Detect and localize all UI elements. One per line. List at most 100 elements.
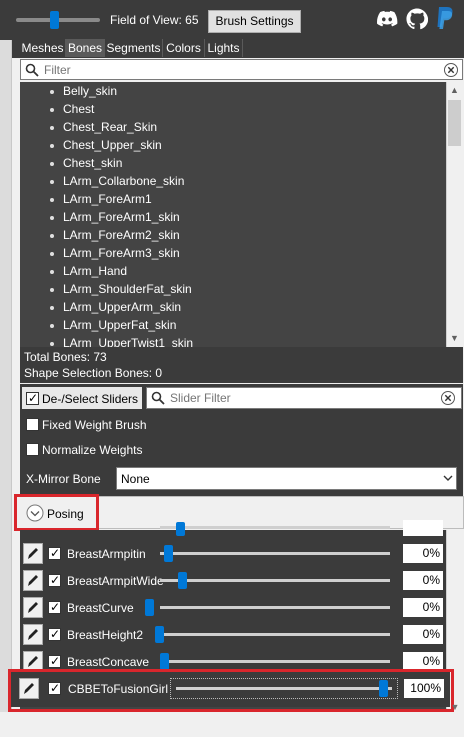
slider-track — [160, 526, 390, 529]
slider-thumb[interactable] — [164, 545, 173, 562]
total-bones-label: Total Bones: 73 — [24, 350, 107, 364]
xmirror-bone-label: X-Mirror Bone — [26, 472, 101, 486]
normalize-weights-label: Normalize Weights — [42, 443, 143, 457]
github-icon[interactable] — [406, 8, 428, 30]
bone-item[interactable]: LArm_UpperArm_skin — [63, 300, 181, 314]
paypal-icon[interactable] — [436, 6, 456, 32]
fixed-weight-brush-checkbox[interactable] — [26, 418, 39, 431]
clear-icon[interactable] — [441, 391, 455, 405]
slider-track[interactable] — [160, 633, 390, 636]
bone-item[interactable]: LArm_ShoulderFat_skin — [63, 282, 192, 296]
slider-thumb[interactable] — [160, 653, 169, 670]
bone-item[interactable]: LArm_UpperTwist1_skin — [63, 336, 193, 347]
search-icon — [151, 391, 165, 405]
bone-item[interactable]: Chest_Rear_Skin — [63, 120, 157, 134]
tab-lights[interactable]: Lights — [205, 39, 243, 57]
slider-highlight-box — [8, 669, 454, 712]
bone-item[interactable]: LArm_ForeArm3_skin — [63, 246, 180, 260]
tree-bullet — [50, 234, 54, 238]
slider-thumb[interactable] — [155, 626, 164, 643]
bone-item[interactable]: LArm_Collarbone_skin — [63, 174, 184, 188]
check-icon: ✓ — [50, 654, 61, 668]
bone-item[interactable]: LArm_ForeArm1_skin — [63, 210, 180, 224]
tree-bullet — [50, 342, 54, 346]
bone-item[interactable]: Chest_Upper_skin — [63, 138, 162, 152]
slider-track[interactable] — [160, 606, 390, 609]
check-icon: ✓ — [28, 391, 39, 405]
check-icon: ✓ — [50, 573, 61, 587]
tree-scroll-thumb[interactable] — [448, 100, 461, 146]
pencil-icon — [28, 548, 38, 559]
bone-item[interactable]: Chest_skin — [63, 156, 122, 170]
deselect-sliders-label: De-/Select Sliders — [42, 392, 139, 406]
filter-input[interactable] — [44, 61, 434, 78]
slider-value-box[interactable] — [403, 520, 443, 536]
tree-bullet — [50, 90, 54, 94]
brush-settings-button[interactable]: Brush Settings — [208, 10, 301, 33]
check-icon: ✓ — [50, 600, 61, 614]
slider-row: ✓ BreastArmpitin 0% — [20, 540, 446, 567]
clear-icon[interactable] — [444, 63, 458, 77]
bone-item[interactable]: LArm_Hand — [63, 264, 127, 278]
tree-bullet — [50, 126, 54, 130]
tree-bullet — [50, 108, 54, 112]
edit-slider-button[interactable] — [23, 624, 43, 645]
deselect-sliders-checkbox[interactable]: ✓ — [26, 391, 39, 405]
fov-label: Field of View: 65 — [110, 13, 199, 27]
slider-value[interactable]: 0% — [403, 571, 443, 590]
bone-item[interactable]: LArm_ForeArm2_skin — [63, 228, 180, 242]
left-panel-edge — [0, 40, 12, 737]
bone-item[interactable]: Chest — [63, 102, 94, 116]
edit-slider-button[interactable] — [23, 543, 43, 564]
slider-thumb[interactable] — [178, 572, 187, 589]
fov-slider-thumb[interactable] — [50, 11, 59, 29]
slider-checkbox[interactable]: ✓ — [48, 627, 61, 641]
pencil-icon — [28, 656, 38, 667]
discord-icon[interactable] — [376, 8, 398, 30]
pencil-icon — [28, 575, 38, 586]
scroll-down-icon[interactable]: ▼ — [449, 702, 461, 712]
tab-meshes[interactable]: Meshes — [20, 39, 66, 57]
tree-bullet — [50, 324, 54, 328]
scroll-up-icon[interactable]: ▲ — [446, 82, 463, 98]
slider-checkbox[interactable]: ✓ — [48, 654, 61, 668]
slider-value[interactable]: 0% — [403, 598, 443, 617]
tree-bullet — [50, 306, 54, 310]
tree-bullet — [50, 162, 54, 166]
slider-track[interactable] — [160, 552, 390, 555]
xmirror-bone-select[interactable] — [116, 467, 457, 490]
check-icon: ✓ — [50, 627, 61, 641]
bone-item[interactable]: LArm_ForeArm1 — [63, 192, 152, 206]
edit-slider-button[interactable] — [23, 597, 43, 618]
tree-bullet — [50, 198, 54, 202]
scroll-down-icon[interactable]: ▼ — [446, 330, 463, 346]
slider-checkbox[interactable]: ✓ — [48, 546, 61, 560]
slider-checkbox[interactable]: ✓ — [48, 573, 61, 587]
xmirror-bone-value: None — [121, 472, 150, 486]
slider-name: BreastConcave — [67, 655, 150, 669]
slider-thumb[interactable] — [145, 599, 154, 616]
slider-filter-input[interactable] — [170, 389, 430, 406]
slider-value[interactable]: 0% — [403, 544, 443, 563]
tree-bullet — [50, 216, 54, 220]
slider-row: ✓ BreastArmpitWide 0% — [20, 567, 446, 594]
edit-slider-button[interactable] — [23, 570, 43, 591]
slider-row: ✓ BreastHeight2 0% — [20, 621, 446, 648]
slider-value[interactable]: 0% — [403, 625, 443, 644]
check-icon: ✓ — [50, 546, 61, 560]
tab-bones[interactable]: Bones — [66, 39, 105, 57]
tab-segments[interactable]: Segments — [105, 39, 163, 57]
slider-thumb[interactable] — [176, 522, 185, 536]
normalize-weights-checkbox[interactable] — [26, 443, 39, 456]
slider-name: BreastHeight2 — [67, 628, 144, 642]
chevron-down-icon — [443, 475, 453, 481]
bone-item[interactable]: LArm_UpperFat_skin — [63, 318, 176, 332]
tree-bullet — [50, 252, 54, 256]
pencil-icon — [28, 602, 38, 613]
tree-bullet — [50, 144, 54, 148]
tab-colors[interactable]: Colors — [163, 39, 205, 57]
bone-item[interactable]: Belly_skin — [63, 84, 117, 98]
slider-track[interactable] — [160, 579, 390, 582]
slider-checkbox[interactable]: ✓ — [48, 600, 61, 614]
slider-track[interactable] — [160, 660, 390, 663]
